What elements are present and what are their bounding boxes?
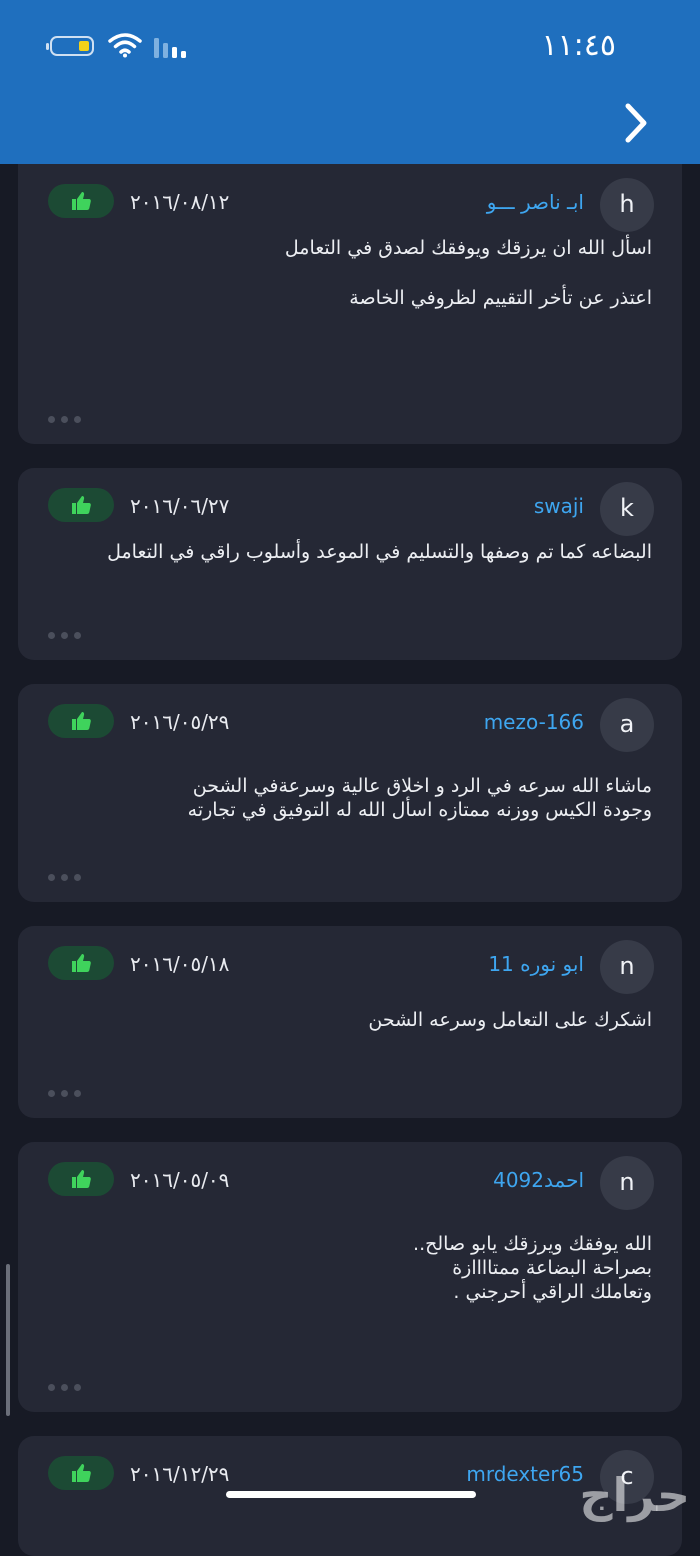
review-card: a mezo-166 ٢٠١٦/٠٥/٢٩ ماشاء الله سرعه في… [18, 684, 682, 902]
more-options-button[interactable] [48, 408, 88, 423]
comment-line: البضاعه كما تم وصفها والتسليم في الموعد … [107, 541, 652, 563]
positive-rating-badge [48, 946, 114, 980]
positive-rating-badge [48, 1456, 114, 1490]
thumbs-up-icon [72, 712, 91, 730]
chevron-right-icon[interactable] [622, 100, 652, 146]
battery-icon [46, 36, 94, 56]
review-username[interactable]: swaji [534, 494, 584, 518]
review-card: n ابو نوره 11 ٢٠١٦/٠٥/١٨ اشكرك على التعا… [18, 926, 682, 1118]
review-date: ٢٠١٦/٠٥/١٨ [130, 952, 230, 976]
comment-line: اعتذر عن تأخر التقييم لظروفي الخاصة [349, 287, 652, 309]
thumbs-up-icon [72, 496, 91, 514]
comment-line: اسأل الله ان يرزقك ويوفقك لصدق في التعام… [284, 237, 652, 259]
review-date: ٢٠١٦/٠٥/٠٩ [130, 1168, 230, 1192]
thumbs-up-icon [72, 954, 91, 972]
review-username[interactable]: mrdexter65 [466, 1462, 584, 1486]
review-date: ٢٠١٦/١٢/٢٩ [130, 1462, 230, 1486]
avatar[interactable]: n [600, 940, 654, 994]
review-date: ٢٠١٦/٠٥/٢٩ [130, 710, 230, 734]
cellular-signal-icon [154, 38, 186, 58]
review-username[interactable]: احمد4092 [493, 1168, 584, 1192]
review-username[interactable]: mezo-166 [484, 710, 584, 734]
comment-line: ماشاء الله سرعه في الرد و اخلاق عالية وس… [187, 775, 652, 821]
thumbs-up-icon [72, 192, 91, 210]
more-options-button[interactable] [48, 1082, 88, 1097]
avatar[interactable]: a [600, 698, 654, 752]
review-comment: اسأل الله ان يرزقك ويوفقك لصدق في التعام… [48, 236, 652, 310]
review-username[interactable]: ابو نوره 11 [488, 952, 584, 976]
review-comment: البضاعه كما تم وصفها والتسليم في الموعد … [48, 540, 652, 564]
scrollbar[interactable] [6, 1264, 10, 1416]
review-comment: الله يوفقك ويرزقك يابو صالح.. بصراحة الب… [48, 1232, 652, 1304]
positive-rating-badge [48, 704, 114, 738]
review-date: ٢٠١٦/٠٨/١٢ [130, 190, 230, 214]
comment-line: الله يوفقك ويرزقك يابو صالح.. بصراحة الب… [413, 1233, 652, 1303]
positive-rating-badge [48, 1162, 114, 1196]
avatar[interactable]: h [600, 178, 654, 232]
review-username[interactable]: ابـ ناصر ـــو [487, 190, 584, 214]
avatar[interactable]: n [600, 1156, 654, 1210]
thumbs-up-icon [72, 1464, 91, 1482]
more-options-button[interactable] [48, 624, 88, 639]
thumbs-up-icon [72, 1170, 91, 1188]
status-time: ١١:٤٥ [541, 28, 616, 63]
comment-line: اشكرك على التعامل وسرعه الشحن [368, 1009, 652, 1031]
wifi-icon [108, 33, 142, 58]
more-options-button[interactable] [48, 866, 88, 881]
positive-rating-badge [48, 184, 114, 218]
review-comment: اشكرك على التعامل وسرعه الشحن [48, 1008, 652, 1032]
more-options-button[interactable] [48, 1376, 88, 1391]
review-comment: ماشاء الله سرعه في الرد و اخلاق عالية وس… [48, 774, 652, 822]
home-indicator[interactable] [226, 1491, 476, 1498]
review-card: h ابـ ناصر ـــو ٢٠١٦/٠٨/١٢ اسأل الله ان … [18, 164, 682, 444]
positive-rating-badge [48, 488, 114, 522]
review-card: n احمد4092 ٢٠١٦/٠٥/٠٩ الله يوفقك ويرزقك … [18, 1142, 682, 1412]
app-header: ١١:٤٥ [0, 0, 700, 164]
review-card: k swaji ٢٠١٦/٠٦/٢٧ البضاعه كما تم وصفها … [18, 468, 682, 660]
review-date: ٢٠١٦/٠٦/٢٧ [130, 494, 230, 518]
avatar[interactable]: k [600, 482, 654, 536]
